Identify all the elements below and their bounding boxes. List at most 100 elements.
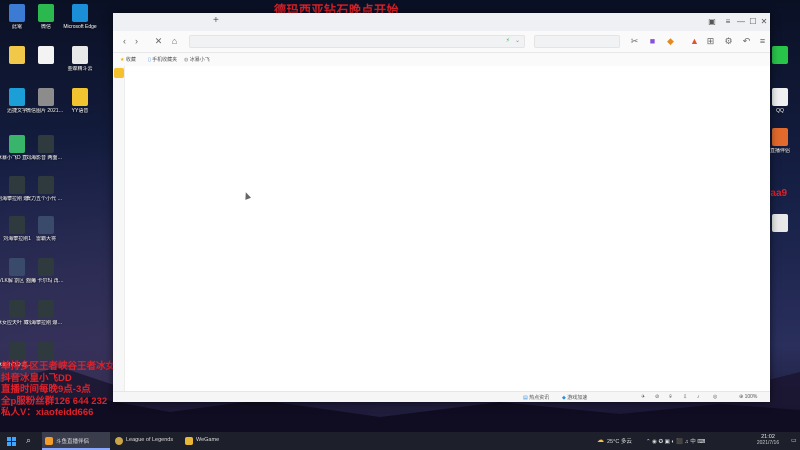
overlay-left-line: 直播时间每晚9点-3点 bbox=[1, 384, 91, 395]
app-icon bbox=[38, 135, 54, 153]
zoom-level[interactable]: ⊕ 100% bbox=[739, 394, 757, 400]
chevron-down-icon[interactable]: ⌄ bbox=[515, 37, 520, 44]
desktop-icon-label: 刘海影音 两面战... bbox=[26, 155, 66, 161]
grid-icon[interactable]: ⊞ bbox=[705, 36, 716, 47]
back-icon[interactable]: ‹ bbox=[119, 36, 130, 47]
status-icon[interactable]: ⌾ bbox=[669, 394, 672, 400]
notification-icon[interactable]: ▭ bbox=[790, 432, 800, 450]
app-icon bbox=[9, 46, 25, 64]
desktop-icon[interactable]: 贺力五个小代 最后一进... bbox=[26, 176, 66, 202]
taskbar-app[interactable]: WeGame bbox=[182, 432, 250, 450]
app-icon bbox=[9, 258, 25, 276]
app-icon bbox=[38, 46, 54, 64]
desktop-icon-label: YY语音 bbox=[71, 108, 89, 114]
taskbar-app[interactable]: 斗鱼直播伴侣 bbox=[42, 432, 110, 450]
desktop-icon[interactable]: 刘海 卡尔玛 再劝 翻盘 bbox=[26, 258, 66, 284]
game-icon[interactable]: ▲ bbox=[689, 36, 700, 47]
start-button[interactable] bbox=[4, 432, 18, 450]
overlay-left-line: 私人V：xiaofeidd666 bbox=[1, 407, 94, 418]
desktop-icon[interactable]: 金蝶精斗云 bbox=[60, 46, 100, 72]
browser-sidebar bbox=[113, 13, 125, 402]
star-icon: ★ bbox=[120, 57, 125, 63]
page-content[interactable] bbox=[125, 66, 770, 391]
status-news[interactable]: ▤ 热点资讯 bbox=[523, 394, 549, 401]
app-icon bbox=[38, 216, 54, 234]
status-icon[interactable]: ♪ bbox=[697, 394, 700, 400]
status-icon[interactable]: ⇩ bbox=[683, 394, 687, 400]
app-icon bbox=[9, 176, 25, 194]
desktop-icon-label: 雷霸大将 bbox=[35, 236, 56, 242]
app-icon bbox=[772, 214, 788, 232]
app-icon bbox=[38, 258, 54, 276]
desktop-icon-label: 刘海攀拉刚 爆作开... bbox=[26, 320, 66, 326]
status-icon[interactable]: ⊘ bbox=[655, 394, 659, 400]
desktop-icon[interactable]: 刘海影音 两面战... bbox=[26, 135, 66, 161]
app-icon bbox=[72, 88, 88, 106]
browser-toolbar: ‹ › ✕ ⌂ ⚡ ⌄ ✂ ■ ◆ ▲ ⊞ ⚙ ↶ ≡ bbox=[113, 31, 770, 53]
status-bar: ▤ 热点资讯 ◆ 游戏加速 ✈ ⊘ ⌾ ⇩ ♪ ◎ ⊕ 100% bbox=[113, 391, 770, 402]
app-icon bbox=[9, 4, 25, 22]
clock[interactable]: 21:02 2021/7/16 bbox=[748, 432, 788, 450]
secure-icon: ⚡ bbox=[505, 38, 510, 44]
mouse-cursor-icon bbox=[242, 191, 252, 200]
desktop-icon[interactable]: YY语音 bbox=[60, 88, 100, 114]
app-icon bbox=[9, 135, 25, 153]
undo-icon[interactable]: ↶ bbox=[741, 36, 752, 47]
hamburger-menu-icon[interactable]: ≡ bbox=[757, 36, 768, 47]
bookmark-item[interactable]: ◍ 冰暴小飞 bbox=[184, 56, 210, 63]
desktop-icon-label: 金蝶精斗云 bbox=[67, 66, 93, 72]
desktop-icon[interactable]: 刘海攀拉刚 爆作开... bbox=[26, 300, 66, 326]
forward-icon[interactable]: › bbox=[131, 36, 142, 47]
search-icon[interactable]: ⌕ bbox=[24, 432, 38, 450]
system-tray[interactable]: ⌃ ◉ ✪ ▣ ◐ ⬛ ♫ 中 ⌨ bbox=[646, 432, 738, 450]
desktop-icon[interactable]: 雷霸大将 bbox=[26, 216, 66, 242]
browser-window[interactable]: + ▣ ≡ — ☐ ✕ ‹ › ✕ ⌂ ⚡ ⌄ ✂ ■ ◆ ▲ ⊞ ⚙ ↶ ≡ bbox=[113, 13, 770, 402]
search-input[interactable] bbox=[534, 35, 620, 48]
windows-icon bbox=[7, 437, 16, 446]
app-icon bbox=[115, 437, 123, 445]
zoom-icon: ⊕ bbox=[739, 394, 744, 400]
status-icon[interactable]: ◎ bbox=[713, 394, 717, 400]
address-bar[interactable]: ⚡ ⌄ bbox=[189, 35, 525, 48]
taskbar-app[interactable]: League of Legends bbox=[112, 432, 180, 450]
desktop-icon[interactable]: Microsoft Edge bbox=[60, 4, 100, 30]
bookmark-bar: ★ 收藏 ▯ 手机收藏夹 ◍ 冰暴小飞 bbox=[113, 53, 770, 66]
gear-icon[interactable]: ⚙ bbox=[723, 36, 734, 47]
minimize-button[interactable]: — bbox=[735, 16, 747, 28]
news-icon: ▤ bbox=[523, 395, 528, 401]
browser-titlebar[interactable]: + ▣ ≡ — ☐ ✕ bbox=[113, 13, 770, 31]
weather-widget[interactable]: ☁ 25°C 多云 bbox=[597, 432, 641, 450]
status-icon[interactable]: ✈ bbox=[641, 394, 645, 400]
tray-icons: ⌃ ◉ ✪ ▣ ◐ ⬛ ♫ 中 ⌨ bbox=[646, 439, 706, 445]
app-icon bbox=[9, 216, 25, 234]
bookmark-item[interactable]: ★ 收藏 bbox=[120, 56, 136, 63]
app-icon bbox=[772, 46, 788, 64]
overlay-left-line: 全p服粉丝群126 644 232 bbox=[1, 395, 108, 407]
menu-icon[interactable]: ≡ bbox=[722, 16, 734, 28]
rocket-icon: ◆ bbox=[562, 395, 566, 401]
app-icon bbox=[38, 342, 54, 360]
close-button[interactable]: ✕ bbox=[758, 16, 770, 28]
desktop-icon[interactable] bbox=[26, 342, 66, 362]
shirt-icon[interactable]: ▣ bbox=[706, 16, 718, 28]
coupon-icon[interactable]: ◆ bbox=[665, 36, 676, 47]
desktop-icon-label: 刘海 卡尔玛 再劝 翻盘 bbox=[26, 278, 66, 284]
taskbar: ⌕ 斗鱼直播伴侣 League of Legends WeGame ☁ 25°C… bbox=[0, 432, 800, 450]
home-icon[interactable]: ⌂ bbox=[169, 36, 180, 47]
bookmark-item[interactable]: ▯ 手机收藏夹 bbox=[148, 56, 177, 63]
app-icon bbox=[9, 300, 25, 318]
sidebar-star-icon[interactable] bbox=[114, 68, 124, 78]
globe-icon: ◍ bbox=[184, 57, 189, 63]
status-accelerator[interactable]: ◆ 游戏加速 bbox=[562, 394, 587, 401]
stop-icon[interactable]: ✕ bbox=[153, 36, 164, 47]
new-tab-button[interactable]: + bbox=[213, 15, 219, 26]
phone-icon: ▯ bbox=[148, 57, 151, 63]
scissors-icon[interactable]: ✂ bbox=[629, 36, 640, 47]
desktop: 此電微信Microsoft Edge金蝶精斗云迅捷文字微信图片 2021051.… bbox=[0, 0, 800, 432]
app-icon bbox=[38, 300, 54, 318]
app-icon bbox=[45, 437, 53, 445]
overlay-left-line: 抖音冰皇小飞DD bbox=[1, 372, 72, 384]
app-icon bbox=[38, 88, 54, 106]
app-icon bbox=[9, 342, 25, 360]
extension-icon[interactable]: ■ bbox=[647, 36, 658, 47]
